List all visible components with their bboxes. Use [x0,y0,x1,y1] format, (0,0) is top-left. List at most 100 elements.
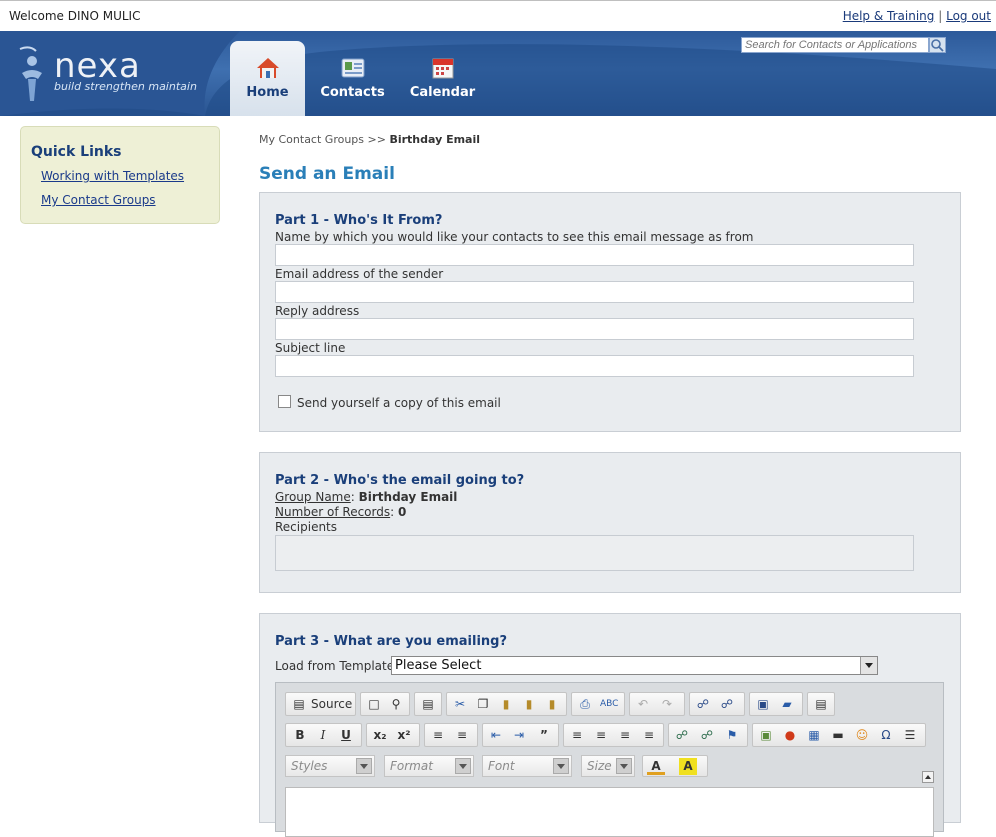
format-chevron-down-icon[interactable] [455,758,471,774]
recipients-box [275,535,914,571]
styles-dropdown[interactable]: Styles [285,755,375,777]
breadcrumb-parent[interactable]: My Contact Groups [259,133,364,146]
subscript-icon[interactable]: x₂ [371,727,389,744]
search-input[interactable] [741,37,929,53]
source-button-label[interactable]: Source [311,697,352,711]
format-dropdown-label: Format [390,759,433,773]
search-button[interactable] [929,37,946,53]
align-justify-icon[interactable]: ≡ [640,727,658,744]
superscript-icon[interactable]: x² [395,727,413,744]
paste-text-icon[interactable]: ▮ [520,696,538,713]
send-copy-checkbox[interactable] [278,395,291,408]
template-label: Load from Template: [275,659,399,673]
toolbar-group-print: ⎙ ABC [571,692,625,716]
image-icon[interactable]: ▣ [757,727,775,744]
styles-chevron-down-icon[interactable] [356,758,372,774]
copy-icon[interactable]: ❐ [474,696,492,713]
background-color-icon[interactable]: A [679,758,697,775]
quick-link-working-with-templates[interactable]: Working with Templates [41,169,184,183]
help-training-link[interactable]: Help & Training [843,9,935,23]
template-select[interactable]: Please Select [391,656,878,675]
align-right-icon[interactable]: ≡ [616,727,634,744]
special-char-icon[interactable]: Ω [877,727,895,744]
breadcrumb-separator: >> [367,133,386,146]
outdent-icon[interactable]: ⇤ [487,727,505,744]
font-dropdown-label: Font [488,759,515,773]
form-icon[interactable]: ▤ [812,696,830,713]
tab-home-label: Home [246,85,289,100]
templates-icon[interactable]: ▤ [419,696,437,713]
page-title: Send an Email [259,164,395,184]
replace-icon[interactable]: ☍ [718,696,736,713]
sender-email-input[interactable] [275,281,914,303]
tab-calendar[interactable]: Calendar [405,41,480,116]
toolbar-group-source: ▤ Source [285,692,356,716]
calendar-icon [432,58,453,79]
collapse-toolbar-icon[interactable] [922,771,934,783]
top-links-separator: | [938,9,943,23]
preview-icon[interactable]: ⚲ [387,696,405,713]
paste-icon[interactable]: ▮ [497,696,515,713]
from-name-input[interactable] [275,244,914,266]
part3-title: Part 3 - What are you emailing? [275,634,508,649]
bulleted-list-icon[interactable]: ≡ [453,727,471,744]
font-chevron-down-icon[interactable] [553,758,569,774]
anchor-flag-icon[interactable]: ⚑ [723,727,741,744]
size-chevron-down-icon[interactable] [616,758,632,774]
blockquote-icon[interactable]: ” [535,727,553,744]
group-name-value: Birthday Email [358,490,458,504]
horizontal-rule-icon[interactable]: ▬ [829,727,847,744]
indent-icon[interactable]: ⇥ [510,727,528,744]
welcome-text: Welcome DINO MULIC [9,9,141,23]
subject-line-input[interactable] [275,355,914,377]
bold-icon[interactable]: B [291,727,309,744]
align-left-icon[interactable]: ≡ [568,727,586,744]
records-key: Number of Records [275,505,391,519]
reply-address-input[interactable] [275,318,914,340]
format-dropdown[interactable]: Format [384,755,474,777]
logout-link[interactable]: Log out [946,9,991,23]
undo-icon[interactable]: ↶ [634,696,652,713]
quick-link-my-contact-groups[interactable]: My Contact Groups [41,193,156,207]
numbered-list-icon[interactable]: ≡ [429,727,447,744]
top-links: Help & Training | Log out [843,9,991,23]
nexa-logo[interactable]: nexa build strengthen maintain [14,43,204,105]
toolbar-group-script: x₂ x² [366,723,420,747]
breadcrumb: My Contact Groups >> Birthday Email [259,133,480,146]
select-all-icon[interactable]: ▣ [754,696,772,713]
editor-content-area[interactable] [285,787,934,837]
link-icon[interactable]: ☍ [673,727,691,744]
cut-icon[interactable]: ✂ [451,696,469,713]
align-center-icon[interactable]: ≡ [592,727,610,744]
chevron-down-icon[interactable] [860,657,877,674]
print-icon[interactable]: ⎙ [576,696,594,713]
redo-icon[interactable]: ↷ [658,696,676,713]
paste-word-icon[interactable]: ▮ [543,696,561,713]
smiley-icon[interactable]: ☺ [853,727,871,744]
page-break-icon[interactable]: ☰ [901,727,919,744]
flash-icon[interactable]: ● [781,727,799,744]
tab-home[interactable]: Home [230,41,305,116]
italic-icon[interactable]: I [314,727,332,744]
find-icon[interactable]: ☍ [694,696,712,713]
tab-contacts-label: Contacts [320,85,385,100]
tab-contacts[interactable]: Contacts [315,41,390,116]
underline-icon[interactable]: U [337,727,355,744]
logo-figure-icon [19,46,42,101]
new-page-icon[interactable]: □ [365,696,383,713]
tab-calendar-label: Calendar [409,85,476,100]
table-icon[interactable]: ▦ [805,727,823,744]
font-dropdown[interactable]: Font [482,755,572,777]
logo-tagline: build strengthen maintain [54,80,197,93]
spellcheck-icon[interactable]: ABC [600,696,618,713]
source-icon[interactable]: ▤ [290,696,308,713]
unlink-icon[interactable]: ☍ [698,727,716,744]
send-copy-label[interactable]: Send yourself a copy of this email [297,396,501,410]
text-color-icon[interactable]: A [647,758,665,775]
site-header: nexa build strengthen maintain Home Cont… [0,31,996,116]
size-dropdown[interactable]: Size [581,755,635,777]
remove-format-icon[interactable]: ▰ [778,696,796,713]
toolbar-group-colors: A A [642,755,708,777]
toolbar-group-align: ≡ ≡ ≡ ≡ [563,723,664,747]
toolbar-group-lists: ≡ ≡ [424,723,478,747]
